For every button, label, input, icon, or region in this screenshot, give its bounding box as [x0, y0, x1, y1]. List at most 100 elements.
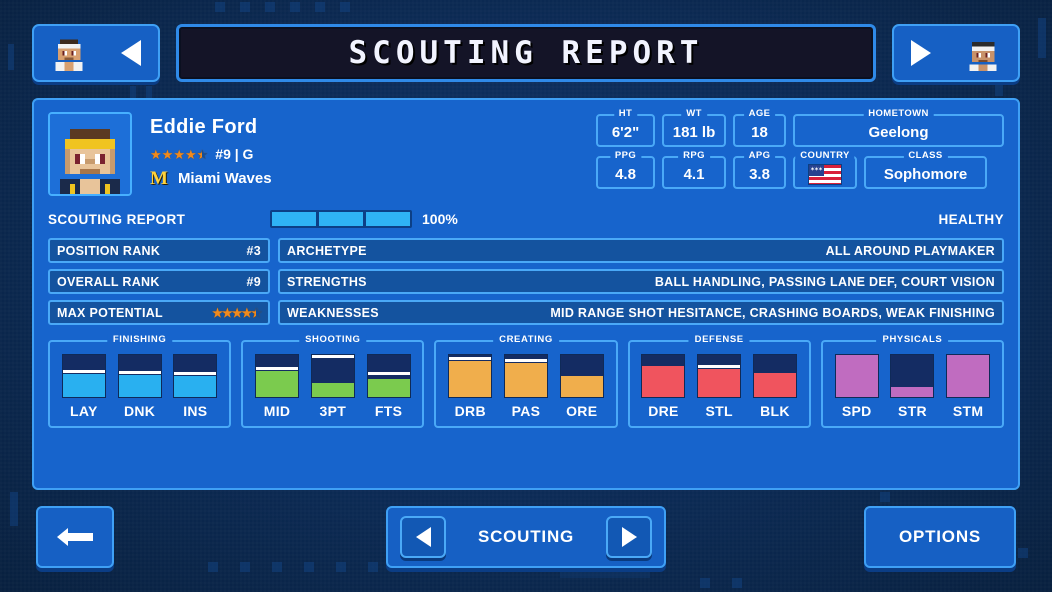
- attribute-list: DRE STL BLK: [636, 354, 803, 419]
- attribute-str[interactable]: STR: [886, 354, 938, 419]
- triangle-left-icon: [415, 527, 431, 547]
- report-row-max-potential[interactable]: MAX POTENTIAL ★ ★ ★ ★ ★: [48, 300, 270, 325]
- attribute-label: SPD: [841, 403, 872, 419]
- stat-box-hometown: HOMETOWN Geelong: [793, 108, 1004, 147]
- star-icon: ★: [184, 146, 197, 162]
- stat-value: 3.8: [749, 166, 770, 183]
- previous-player-button[interactable]: [32, 24, 160, 82]
- attribute-meter-fill: [698, 369, 741, 397]
- stat-value: 18: [751, 124, 768, 141]
- attribute-lay[interactable]: LAY: [58, 354, 110, 419]
- triangle-right-icon: [621, 527, 637, 547]
- back-button[interactable]: [36, 506, 114, 568]
- attribute-stl[interactable]: STL: [693, 354, 745, 419]
- stat-box-age: AGE 18: [733, 108, 786, 147]
- attribute-meter: [752, 354, 797, 398]
- attribute-meter-fill: [174, 376, 217, 397]
- next-player-button[interactable]: [892, 24, 1020, 82]
- attribute-meter: [255, 354, 300, 398]
- health-status-badge: HEALTHY: [938, 211, 1004, 227]
- attribute-label: PAS: [511, 403, 541, 419]
- attribute-ins[interactable]: INS: [169, 354, 221, 419]
- progress-segment: [366, 212, 410, 226]
- report-row-key: WEAKNESSES: [287, 305, 379, 320]
- attribute-drb[interactable]: DRB: [444, 354, 496, 419]
- attribute-meter: [448, 354, 493, 398]
- star-icon: ★: [150, 146, 162, 162]
- progress-segment: [272, 212, 316, 226]
- scouting-report-section: SCOUTING REPORT 100% HEALTHY POSITION RA…: [48, 206, 1004, 331]
- attribute-meter-fill: [753, 373, 796, 397]
- attribute-ore[interactable]: ORE: [556, 354, 608, 419]
- attribute-mid[interactable]: MID: [251, 354, 303, 419]
- attribute-label: ORE: [566, 403, 598, 419]
- top-bar: SCOUTING REPORT: [0, 0, 1052, 96]
- team-logo-icon: M: [150, 168, 168, 189]
- attribute-group-defense: DEFENSE DRE STL BLK: [627, 334, 811, 428]
- screen-title-plate: SCOUTING REPORT: [176, 24, 876, 82]
- report-row-archetype[interactable]: ARCHETYPE ALL AROUND PLAYMAKER: [278, 238, 1004, 263]
- section-prev-button[interactable]: [400, 516, 446, 558]
- player-team-row: M Miami Waves: [150, 169, 272, 188]
- attribute-label: STL: [705, 403, 733, 419]
- stat-caption: CLASS: [903, 150, 948, 161]
- attribute-meter-tick: [449, 357, 492, 361]
- attribute-list: MID 3PT FTS: [249, 354, 416, 419]
- attribute-meter-fill: [62, 373, 105, 397]
- attribute-fts[interactable]: FTS: [363, 354, 415, 419]
- page-title: SCOUTING REPORT: [348, 35, 704, 71]
- attribute-meter-tick: [367, 372, 410, 376]
- attribute-list: LAY DNK INS: [56, 354, 223, 419]
- attribute-dre[interactable]: DRE: [637, 354, 689, 419]
- report-row-weaknesses[interactable]: WEAKNESSES MID RANGE SHOT HESITANCE, CRA…: [278, 300, 1004, 325]
- report-row-key: OVERALL RANK: [57, 274, 160, 289]
- attribute-label: MID: [263, 403, 291, 419]
- attribute-stm[interactable]: STM: [942, 354, 994, 419]
- report-row-strengths[interactable]: STRENGTHS BALL HANDLING, PASSING LANE DE…: [278, 269, 1004, 294]
- attribute-dnk[interactable]: DNK: [114, 354, 166, 419]
- stat-caption: HT: [613, 108, 638, 119]
- scouting-report-label: SCOUTING REPORT: [48, 211, 186, 227]
- report-row-value: BALL HANDLING, PASSING LANE DEF, COURT V…: [654, 274, 995, 289]
- stat-box-weight: WT 181 lb: [662, 108, 726, 147]
- attribute-group-finishing: FINISHING LAY DNK INS: [48, 334, 232, 428]
- report-row-position-rank[interactable]: POSITION RANK #3: [48, 238, 270, 263]
- arrow-left-icon: [57, 528, 93, 546]
- report-row-overall-rank[interactable]: OVERALL RANK #9: [48, 269, 270, 294]
- attribute-meter: [117, 354, 162, 398]
- attribute-meter: [504, 354, 548, 398]
- attribute-meter-tick: [256, 367, 299, 371]
- attribute-meter-fill: [560, 376, 603, 397]
- attribute-meter: [173, 354, 218, 398]
- attribute-label: STR: [897, 403, 927, 419]
- star-icon: ★: [212, 305, 223, 320]
- attribute-label: DRB: [454, 403, 486, 419]
- scouting-report-progress-row: SCOUTING REPORT 100% HEALTHY: [48, 206, 1004, 232]
- star-icon: ★: [173, 146, 185, 162]
- player-jersey-position: #9 | G: [215, 146, 254, 162]
- section-label: SCOUTING: [477, 527, 575, 546]
- attribute-meter: [310, 354, 355, 398]
- star-icon: ★: [241, 305, 252, 320]
- stat-caption: APG: [743, 150, 776, 161]
- report-row-value: #9: [246, 274, 261, 289]
- scouting-progress-percent: 100%: [422, 211, 458, 227]
- attribute-group-caption: PHYSICALS: [876, 334, 949, 345]
- attribute-group-caption: FINISHING: [106, 334, 173, 345]
- options-button[interactable]: OPTIONS: [864, 506, 1016, 568]
- stat-value: 4.8: [615, 166, 636, 183]
- section-next-button[interactable]: [606, 516, 652, 558]
- attribute-label: INS: [183, 403, 208, 419]
- attribute-spd[interactable]: SPD: [831, 354, 883, 419]
- stat-row-2: PPG 4.8 RPG 4.1 APG 3.8 COUNTRY ✶✶✶ CLAS…: [596, 150, 1004, 189]
- attribute-3pt[interactable]: 3PT: [307, 354, 359, 419]
- stat-value: Geelong: [868, 124, 929, 141]
- attribute-meter-fill: [311, 382, 354, 397]
- report-right-column: ARCHETYPE ALL AROUND PLAYMAKER STRENGTHS…: [278, 238, 1004, 331]
- stat-value: 4.1: [683, 166, 705, 183]
- attribute-pas[interactable]: PAS: [500, 354, 552, 419]
- player-rating-row: ★ ★ ★ ★ ★ #9 | G: [150, 146, 253, 162]
- attribute-blk[interactable]: BLK: [749, 354, 801, 419]
- attribute-list: SPD STR STM: [829, 354, 996, 419]
- attribute-meter-fill: [835, 355, 878, 397]
